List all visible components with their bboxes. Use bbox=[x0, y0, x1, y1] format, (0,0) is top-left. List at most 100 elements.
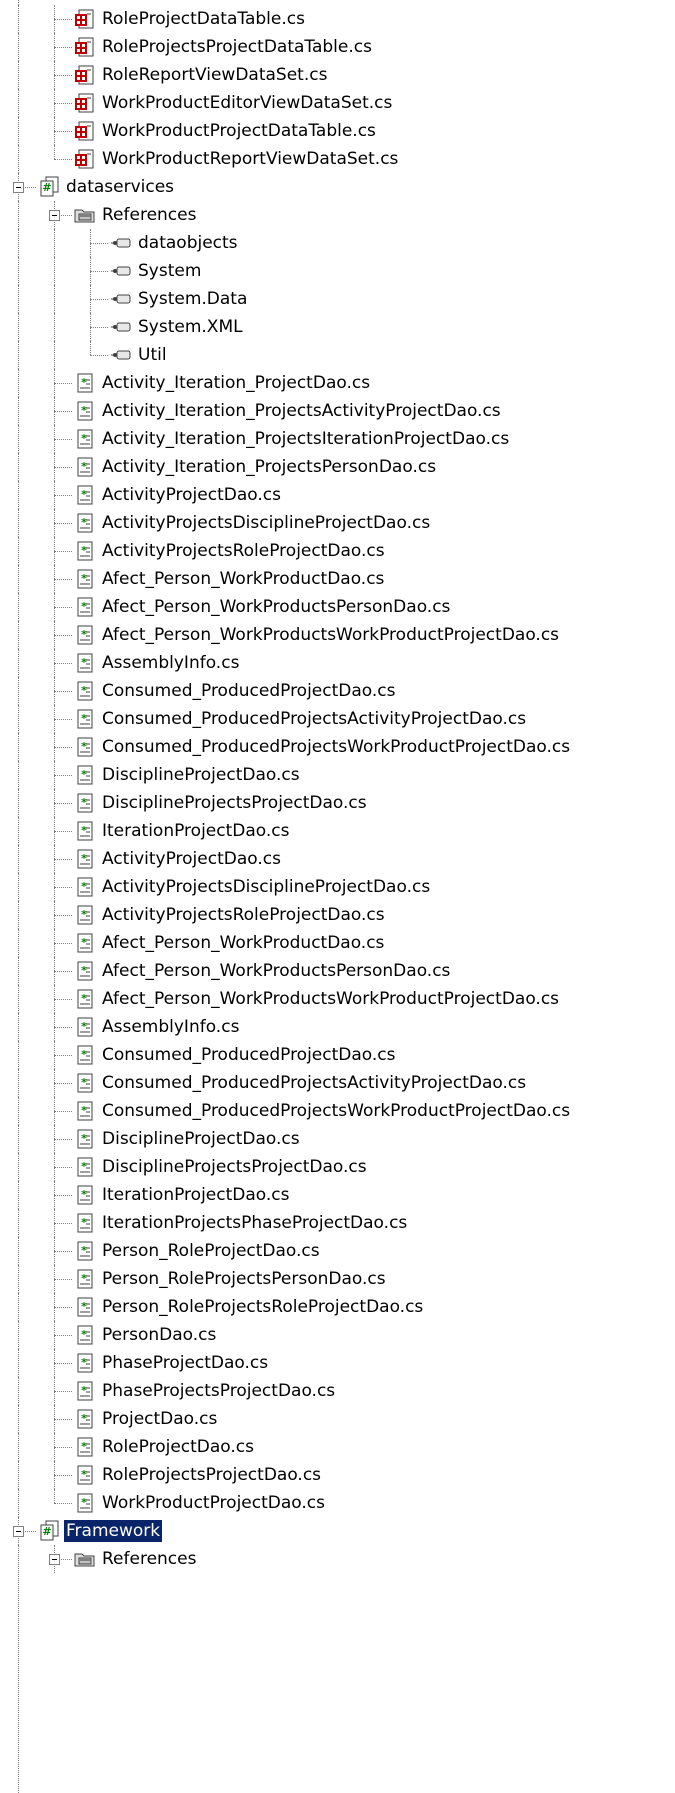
tree-node-label[interactable]: ActivityProjectsRoleProjectDao.cs bbox=[100, 540, 387, 562]
tree-node-references[interactable]: References bbox=[0, 1545, 675, 1577]
tree-connector-line bbox=[54, 691, 72, 692]
tree-node-label[interactable]: WorkProductEditorViewDataSet.cs bbox=[100, 92, 394, 114]
collapse-toggle[interactable] bbox=[49, 1554, 60, 1565]
tree-node-label[interactable]: System.XML bbox=[136, 316, 245, 338]
tree-connector-line bbox=[54, 999, 72, 1000]
tree-guide-line bbox=[18, 5, 19, 33]
csharp-file-icon: * bbox=[74, 848, 96, 870]
svg-text:*: * bbox=[81, 1412, 87, 1425]
tree-guide-line bbox=[18, 1489, 19, 1517]
tree-node-label[interactable]: Afect_Person_WorkProductDao.cs bbox=[100, 568, 386, 590]
tree-branch-line bbox=[54, 481, 55, 509]
svg-text:*: * bbox=[81, 656, 87, 669]
tree-node-label[interactable]: ActivityProjectsDisciplineProjectDao.cs bbox=[100, 876, 432, 898]
tree-guide-line bbox=[18, 509, 19, 537]
tree-node-label[interactable]: Activity_Iteration_ProjectsPersonDao.cs bbox=[100, 456, 438, 478]
tree-connector-line bbox=[54, 411, 72, 412]
tree-guide-line bbox=[18, 1321, 19, 1349]
tree-node-label[interactable]: RoleReportViewDataSet.cs bbox=[100, 64, 329, 86]
tree-node-label[interactable]: Person_RoleProjectDao.cs bbox=[100, 1240, 322, 1262]
collapse-toggle[interactable] bbox=[13, 182, 24, 193]
tree-node-label[interactable]: Util bbox=[136, 344, 169, 366]
tree-node-label[interactable]: Consumed_ProducedProjectsActivityProject… bbox=[100, 1072, 528, 1094]
tree-node-label[interactable]: Afect_Person_WorkProductsPersonDao.cs bbox=[100, 960, 452, 982]
tree-node-label[interactable]: AssemblyInfo.cs bbox=[100, 1016, 241, 1038]
csharp-file-icon: * bbox=[74, 1016, 96, 1038]
tree-node-label[interactable]: ActivityProjectsRoleProjectDao.cs bbox=[100, 904, 387, 926]
tree-node-label[interactable]: WorkProductReportViewDataSet.cs bbox=[100, 148, 400, 170]
tree-node-label[interactable]: DisciplineProjectDao.cs bbox=[100, 764, 302, 786]
tree-node-label[interactable]: RoleProjectDao.cs bbox=[100, 1436, 256, 1458]
tree-node-label[interactable]: PhaseProjectsProjectDao.cs bbox=[100, 1380, 337, 1402]
tree-connector-line bbox=[54, 1223, 72, 1224]
tree-node-label[interactable]: References bbox=[100, 204, 198, 226]
tree-branch-line bbox=[54, 901, 55, 929]
tree-node-label[interactable]: ActivityProjectsDisciplineProjectDao.cs bbox=[100, 512, 432, 534]
tree-node-label[interactable]: Framework bbox=[62, 1519, 164, 1543]
tree-node-label[interactable]: PersonDao.cs bbox=[100, 1324, 218, 1346]
tree-branch-line bbox=[90, 285, 91, 313]
tree-node-label[interactable]: dataobjects bbox=[136, 232, 240, 254]
tree-node-label[interactable]: WorkProductProjectDao.cs bbox=[100, 1492, 327, 1514]
csharp-file-icon: * bbox=[74, 876, 96, 898]
tree-node-label[interactable]: PhaseProjectDao.cs bbox=[100, 1352, 270, 1374]
tree-node-label[interactable]: WorkProductProjectDataTable.cs bbox=[100, 120, 378, 142]
tree-node-label[interactable]: Afect_Person_WorkProductsWorkProductProj… bbox=[100, 624, 561, 646]
collapse-toggle[interactable] bbox=[13, 1526, 24, 1537]
csharp-file-icon: * bbox=[74, 736, 96, 758]
tree-node-label[interactable]: IterationProjectsPhaseProjectDao.cs bbox=[100, 1212, 409, 1234]
tree-guide-line bbox=[18, 1181, 19, 1209]
svg-text:*: * bbox=[81, 1188, 87, 1201]
tree-node-label[interactable]: IterationProjectDao.cs bbox=[100, 1184, 292, 1206]
tree-node-label[interactable]: Activity_Iteration_ProjectDao.cs bbox=[100, 372, 372, 394]
tree-node-label[interactable]: Consumed_ProducedProjectsWorkProductProj… bbox=[100, 736, 572, 758]
tree-node-label[interactable]: Consumed_ProducedProjectDao.cs bbox=[100, 1044, 398, 1066]
tree-node-label[interactable]: Consumed_ProducedProjectsActivityProject… bbox=[100, 708, 528, 730]
tree-node-label[interactable]: IterationProjectDao.cs bbox=[100, 820, 292, 842]
tree-node-label[interactable]: Afect_Person_WorkProductDao.cs bbox=[100, 932, 386, 954]
tree-node-label[interactable]: Person_RoleProjectsRoleProjectDao.cs bbox=[100, 1296, 425, 1318]
tree-node-label[interactable]: Consumed_ProducedProjectDao.cs bbox=[100, 680, 398, 702]
collapse-toggle[interactable] bbox=[49, 210, 60, 221]
tree-connector-line bbox=[54, 1363, 72, 1364]
tree-node-label[interactable]: AssemblyInfo.cs bbox=[100, 652, 241, 674]
tree-node-label[interactable]: DisciplineProjectsProjectDao.cs bbox=[100, 1156, 369, 1178]
tree-branch-line bbox=[54, 1209, 55, 1237]
csharp-file-icon: * bbox=[74, 652, 96, 674]
csharp-file-icon: * bbox=[74, 400, 96, 422]
tree-guide-line bbox=[18, 929, 19, 957]
tree-node-label[interactable]: ProjectDao.cs bbox=[100, 1408, 219, 1430]
tree-node-label[interactable]: System.Data bbox=[136, 288, 249, 310]
tree-node-label[interactable]: ActivityProjectDao.cs bbox=[100, 848, 283, 870]
tree-node-label[interactable]: RoleProjectsProjectDao.cs bbox=[100, 1464, 323, 1486]
dataset-file-icon bbox=[74, 120, 96, 142]
tree-branch-line bbox=[54, 1349, 55, 1377]
tree-node-label[interactable]: RoleProjectsProjectDataTable.cs bbox=[100, 36, 374, 58]
csharp-project-icon: # bbox=[38, 1520, 60, 1542]
tree-guide-line bbox=[18, 901, 19, 929]
svg-text:*: * bbox=[81, 1384, 87, 1397]
tree-connector-line bbox=[54, 47, 72, 48]
tree-node-label[interactable]: Person_RoleProjectsPersonDao.cs bbox=[100, 1268, 388, 1290]
tree-branch-line bbox=[54, 929, 55, 957]
tree-node-label[interactable]: System bbox=[136, 260, 203, 282]
tree-node-label[interactable]: Afect_Person_WorkProductsPersonDao.cs bbox=[100, 596, 452, 618]
tree-node-label[interactable]: dataservices bbox=[64, 176, 176, 198]
csharp-file-icon: * bbox=[74, 1436, 96, 1458]
tree-node-label[interactable]: Consumed_ProducedProjectsWorkProductProj… bbox=[100, 1100, 572, 1122]
tree-guide-line bbox=[18, 1545, 19, 1573]
csharp-file-icon: * bbox=[74, 1296, 96, 1318]
tree-branch-line bbox=[54, 369, 55, 397]
svg-text:*: * bbox=[81, 768, 87, 781]
csharp-file-icon: * bbox=[74, 1128, 96, 1150]
tree-node-label[interactable]: DisciplineProjectsProjectDao.cs bbox=[100, 792, 369, 814]
tree-node-label[interactable]: Afect_Person_WorkProductsWorkProductProj… bbox=[100, 988, 561, 1010]
tree-node-label[interactable]: ActivityProjectDao.cs bbox=[100, 484, 283, 506]
csharp-file-icon: * bbox=[74, 1268, 96, 1290]
tree-node-label[interactable]: DisciplineProjectDao.cs bbox=[100, 1128, 302, 1150]
tree-node-label[interactable]: RoleProjectDataTable.cs bbox=[100, 8, 307, 30]
tree-branch-line bbox=[54, 1405, 55, 1433]
tree-node-label[interactable]: Activity_Iteration_ProjectsActivityProje… bbox=[100, 400, 503, 422]
tree-node-label[interactable]: Activity_Iteration_ProjectsIterationProj… bbox=[100, 428, 511, 450]
tree-node-label[interactable]: References bbox=[100, 1548, 198, 1570]
